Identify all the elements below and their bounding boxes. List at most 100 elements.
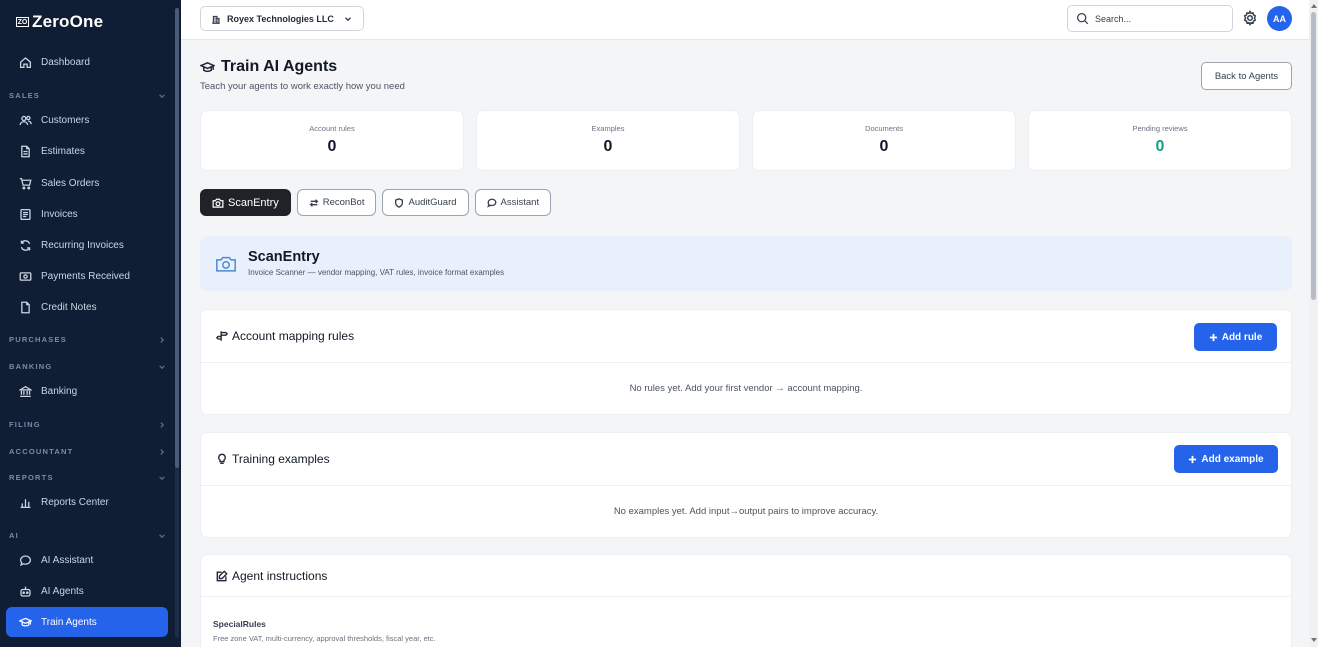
tab-label: ReconBot <box>322 197 365 208</box>
sidebar-item-label: Recurring Invoices <box>41 239 124 251</box>
section-purchases[interactable]: PURCHASES <box>9 335 166 344</box>
examples-empty-state: No examples yet. Add input→output pairs … <box>613 506 879 517</box>
section-label: ACCOUNTANT <box>9 447 74 456</box>
avatar[interactable]: AA <box>1267 6 1292 31</box>
section-reports[interactable]: REPORTS <box>9 473 166 482</box>
tab-assistant[interactable]: Assistant <box>474 189 552 216</box>
shield-icon <box>395 197 404 208</box>
sidebar-item-ai-agents[interactable]: AI Agents <box>6 576 168 606</box>
app-logo[interactable]: ZO ZeroOne <box>16 12 103 32</box>
sidebar-item-payments-received[interactable]: Payments Received <box>6 261 168 291</box>
stat-value: 0 <box>879 138 889 155</box>
training-examples-card: Training examples Add example No example… <box>200 432 1292 538</box>
company-switcher[interactable]: Royex Technologies LLC <box>200 6 364 31</box>
stat-value: 0 <box>1155 138 1165 155</box>
sidebar-item-dashboard[interactable]: Dashboard <box>6 47 168 77</box>
chevron-right-icon <box>160 336 165 343</box>
chart-icon <box>20 498 31 508</box>
card-header: Training examples <box>201 433 1291 486</box>
stat-label: Examples <box>591 124 625 133</box>
lightbulb-icon <box>218 453 226 464</box>
sidebar-item-invoices[interactable]: Invoices <box>6 199 168 229</box>
page-header: Train AI Agents <box>200 58 337 76</box>
section-filing[interactable]: FILING <box>9 420 166 429</box>
card-title: Agent instructions <box>232 568 328 583</box>
page-title: Train AI Agents <box>221 58 338 75</box>
tab-auditguard[interactable]: AuditGuard <box>382 189 469 216</box>
card-title: Training examples <box>232 452 330 466</box>
sidebar-item-label: Customers <box>41 114 90 126</box>
bank-icon <box>19 385 32 397</box>
add-example-button[interactable]: Add example <box>1174 445 1278 473</box>
sidebar-item-recurring-invoices[interactable]: Recurring Invoices <box>6 230 168 260</box>
card-header: Agent instructions <box>201 555 1291 597</box>
chevron-right-icon <box>160 421 165 428</box>
section-label: PURCHASES <box>9 335 67 344</box>
sidebar-item-label: Invoices <box>41 208 78 220</box>
sidebar-item-label: Credit Notes <box>41 301 97 313</box>
tab-reconbot[interactable]: ReconBot <box>296 189 377 216</box>
sidebar-item-sales-orders[interactable]: Sales Orders <box>6 168 168 198</box>
section-label: FILING <box>9 420 41 429</box>
sidebar-item-train-agents[interactable]: Train Agents <box>6 607 168 637</box>
sidebar-item-label: Dashboard <box>41 56 90 68</box>
tab-label: ScanEntry <box>228 196 279 209</box>
back-to-agents-button[interactable]: Back to Agents <box>1201 62 1292 90</box>
document-icon <box>21 145 30 157</box>
company-name: Royex Technologies LLC <box>227 13 334 24</box>
sidebar-item-credit-notes[interactable]: Credit Notes <box>6 292 168 322</box>
sidebar-item-ai-assistant[interactable]: AI Assistant <box>6 545 168 575</box>
sidebar-item-label: Sales Orders <box>41 177 100 189</box>
logo-text: ZeroOne <box>32 12 104 31</box>
sidebar-item-label: AI Assistant <box>41 554 94 566</box>
sidebar: ZO ZeroOne Dashboard SALES Customers Est… <box>0 0 181 647</box>
graduation-cap-icon <box>19 617 32 627</box>
scroll-up-arrow[interactable] <box>1311 4 1317 8</box>
users-icon <box>19 115 32 125</box>
chevron-down-icon <box>159 475 165 480</box>
add-rule-button[interactable]: Add rule <box>1194 323 1277 351</box>
sidebar-item-label: Payments Received <box>41 270 130 282</box>
page-scrollbar-thumb[interactable] <box>1311 12 1316 300</box>
logo-mark: ZO <box>16 17 29 27</box>
section-label: BANKING <box>9 362 53 371</box>
sidebar-item-estimates[interactable]: Estimates <box>6 136 168 166</box>
arrows-icon <box>309 198 319 207</box>
stat-label: Pending reviews <box>1132 124 1188 133</box>
sidebar-item-customers[interactable]: Customers <box>6 105 168 135</box>
rules-empty-state: No rules yet. Add your first vendor → ac… <box>629 383 863 394</box>
settings-button[interactable] <box>1242 10 1258 26</box>
sidebar-scrollbar[interactable] <box>175 8 179 638</box>
sidebar-item-reports-center[interactable]: Reports Center <box>6 487 168 517</box>
chevron-down-icon <box>159 93 165 98</box>
refresh-icon <box>20 239 31 251</box>
sidebar-item-banking[interactable]: Banking <box>6 376 168 406</box>
plus-icon <box>1189 455 1197 463</box>
agent-description: Invoice Scanner — vendor mapping, VAT ru… <box>248 268 505 277</box>
sidebar-scrollbar-thumb[interactable] <box>175 8 179 468</box>
section-ai[interactable]: AI <box>9 531 166 540</box>
chevron-down-icon <box>159 533 165 538</box>
special-rules-label: SpecialRules <box>213 619 266 629</box>
gear-icon <box>1243 10 1257 26</box>
section-sales[interactable]: SALES <box>9 91 166 100</box>
section-accountant[interactable]: ACCOUNTANT <box>9 447 166 456</box>
search-input[interactable] <box>1095 13 1225 24</box>
tab-scanentry[interactable]: ScanEntry <box>200 189 291 216</box>
page-subtitle: Teach your agents to work exactly how yo… <box>200 81 405 92</box>
chat-icon <box>486 198 496 208</box>
building-icon <box>212 15 220 24</box>
section-banking[interactable]: BANKING <box>9 362 166 371</box>
signpost-icon <box>216 331 228 341</box>
camera-icon <box>216 256 236 272</box>
stats-row: Account rules 0 Examples 0 Documents 0 P… <box>200 110 1292 171</box>
page-scrollbar[interactable] <box>1309 0 1318 647</box>
stat-value: 0 <box>327 138 337 155</box>
section-label: SALES <box>9 91 41 100</box>
stat-documents: Documents 0 <box>752 110 1016 171</box>
sidebar-item-label: Banking <box>41 385 78 397</box>
sidebar-item-label: Estimates <box>41 145 85 157</box>
search-box[interactable] <box>1067 5 1233 32</box>
chevron-right-icon <box>160 448 165 455</box>
scroll-down-arrow[interactable] <box>1311 638 1317 642</box>
